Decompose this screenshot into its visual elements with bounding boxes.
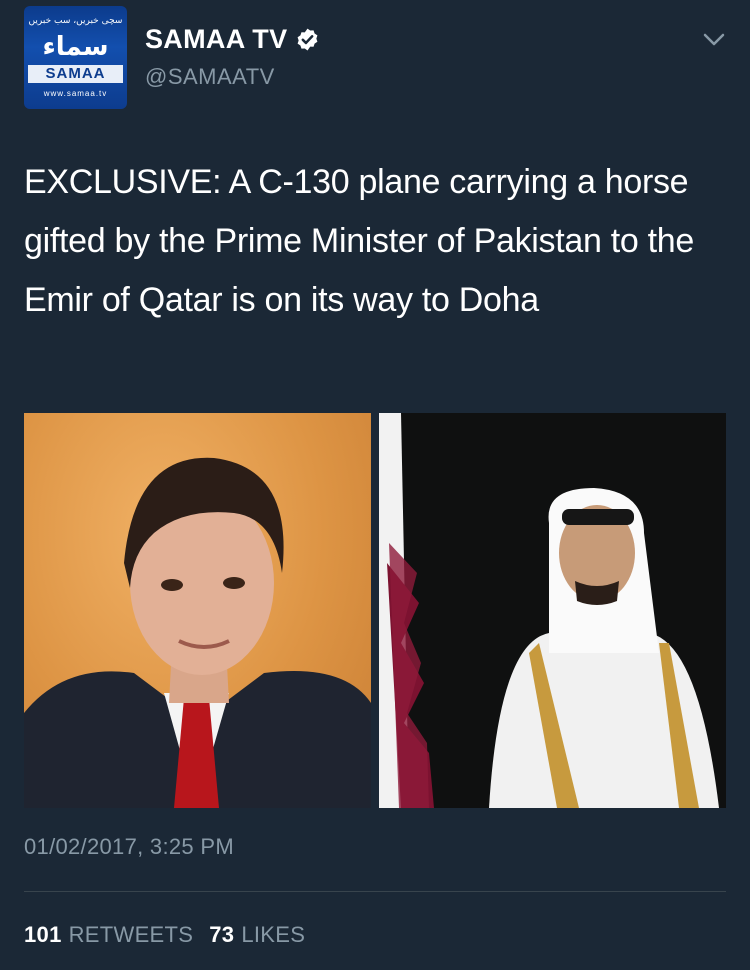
avatar[interactable]: سچی خبریں، سب خبریں سماء SAMAA www.samaa… <box>24 6 127 109</box>
tweet-header: سچی خبریں، سب خبریں سماء SAMAA www.samaa… <box>24 6 726 110</box>
stats-spacer <box>193 922 209 948</box>
photo-man-in-thobe[interactable] <box>379 413 726 808</box>
retweets-count[interactable]: 101 <box>24 922 62 948</box>
photo-man-in-thobe-illustration <box>379 413 719 808</box>
name-row: SAMAA TV <box>145 24 320 55</box>
likes-count[interactable]: 73 <box>209 922 234 948</box>
tweet-stats: 101 RETWEETS 73 LIKES <box>24 922 305 948</box>
likes-label[interactable]: LIKES <box>241 922 305 948</box>
tweet-card: سچی خبریں، سب خبریں سماء SAMAA www.samaa… <box>0 0 750 970</box>
chevron-down-icon[interactable] <box>702 30 726 48</box>
tweet-timestamp[interactable]: 01/02/2017, 3:25 PM <box>24 834 234 860</box>
divider <box>24 891 726 892</box>
display-name[interactable]: SAMAA TV <box>145 24 287 55</box>
tweet-text: EXCLUSIVE: A C-130 plane carrying a hors… <box>24 163 695 319</box>
photo-man-in-suit[interactable] <box>24 413 371 808</box>
retweets-label[interactable]: RETWEETS <box>69 922 194 948</box>
verified-badge-icon <box>298 28 318 51</box>
photo-man-in-suit-illustration <box>24 457 371 808</box>
avatar-brand: SAMAA <box>28 65 123 83</box>
avatar-tagline: سچی خبریں، سب خبریں <box>28 16 123 26</box>
avatar-url: www.samaa.tv <box>43 89 108 98</box>
avatar-urdu-logo: سماء <box>42 32 109 62</box>
media-gallery <box>24 413 726 808</box>
handle[interactable]: @SAMAATV <box>145 64 275 90</box>
